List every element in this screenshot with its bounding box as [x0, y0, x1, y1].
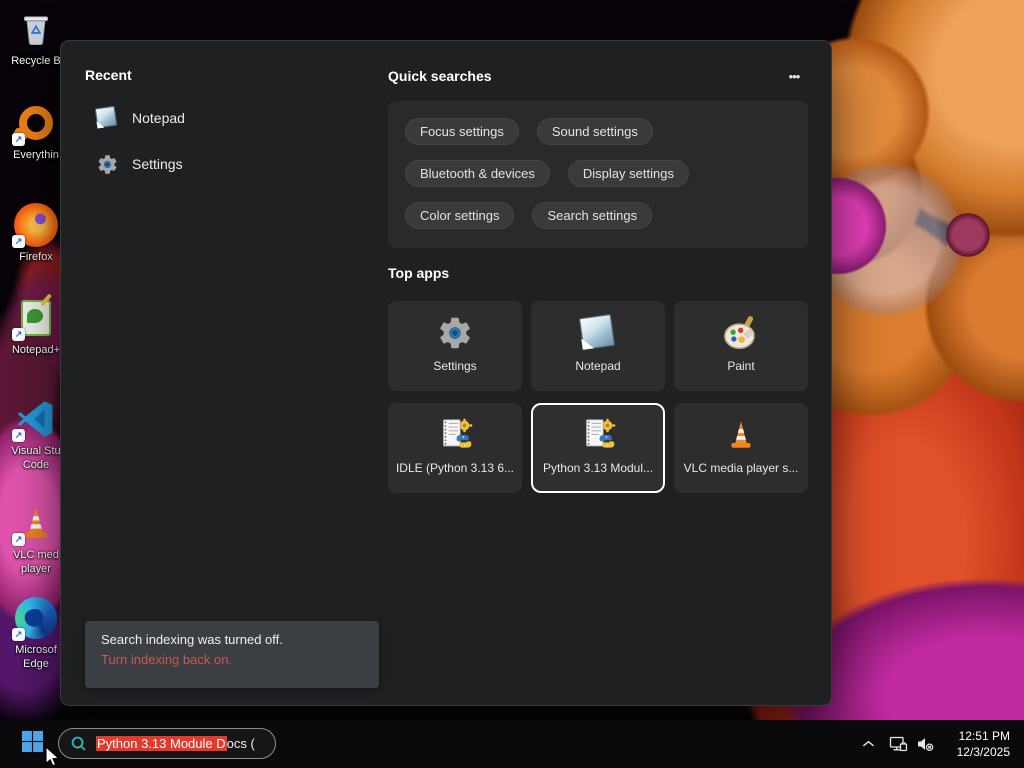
- quick-searches-card: Focus settings Sound settings Bluetooth …: [388, 101, 808, 248]
- tile-label: Paint: [727, 359, 755, 373]
- indexing-notice: Search indexing was turned off. Turn ind…: [85, 621, 379, 688]
- recent-item-label: Notepad: [132, 110, 185, 126]
- pill-color-settings[interactable]: Color settings: [405, 202, 515, 229]
- firefox-icon: ↗: [12, 202, 60, 248]
- shortcut-arrow-icon: ↗: [12, 533, 25, 546]
- pill-sound-settings[interactable]: Sound settings: [536, 118, 653, 145]
- recent-item-settings[interactable]: Settings: [85, 145, 335, 183]
- clock-date: 12/3/2025: [956, 745, 1010, 759]
- everything-search-icon: ↗: [12, 100, 60, 146]
- taskbar: Python 3.13 Module Docs (12:51 PM 12/3/…: [0, 720, 1024, 768]
- desktop-icon-label: Everythin: [13, 149, 59, 161]
- tile-label: IDLE (Python 3.13 6...: [395, 461, 515, 475]
- top-app-tile-vlc[interactable]: VLC media player s...: [674, 403, 808, 493]
- tile-label: Python 3.13 Modul...: [542, 461, 654, 475]
- desktop-icon-label: VLC med player: [13, 549, 59, 575]
- search-text-rest: ocs (: [226, 736, 255, 751]
- gear-icon: [436, 314, 474, 352]
- recycle-bin-icon: [12, 6, 60, 52]
- desktop-icon-everything[interactable]: ↗ Everythin: [8, 100, 64, 162]
- shortcut-arrow-icon: ↗: [12, 133, 25, 146]
- desktop-icon-notepad-plus-plus[interactable]: ↗ Notepad+: [8, 295, 64, 357]
- paint-palette-icon: [722, 314, 760, 352]
- shortcut-arrow-icon: ↗: [12, 328, 25, 341]
- notepad-icon: [95, 106, 119, 130]
- search-text-selected: Python 3.13 Module D: [96, 736, 227, 751]
- pill-display-settings[interactable]: Display settings: [567, 160, 689, 187]
- top-apps-title: Top apps: [388, 265, 450, 281]
- search-icon: [69, 734, 88, 753]
- desktop-icon-label: Firefox: [19, 251, 53, 263]
- shortcut-arrow-icon: ↗: [12, 628, 25, 641]
- top-app-tile-python-module-docs[interactable]: Python 3.13 Modul...: [531, 403, 665, 493]
- pill-search-settings[interactable]: Search settings: [532, 202, 653, 229]
- top-app-tile-paint[interactable]: Paint: [674, 301, 808, 391]
- tray-chevron-up-button[interactable]: [856, 733, 880, 755]
- recent-item-notepad[interactable]: Notepad: [85, 99, 335, 137]
- start-button[interactable]: [14, 726, 50, 762]
- quick-searches-title: Quick searches: [388, 68, 492, 84]
- python-doc-icon: [436, 416, 474, 454]
- vlc-cone-icon: [722, 416, 760, 454]
- tray-network-button[interactable]: [886, 733, 910, 755]
- turn-indexing-on-link[interactable]: Turn indexing back on.: [101, 652, 363, 667]
- search-input-text: Python 3.13 Module Docs (: [96, 736, 255, 751]
- pill-focus-settings[interactable]: Focus settings: [405, 118, 519, 145]
- top-app-tile-notepad[interactable]: Notepad: [531, 301, 665, 391]
- pill-bluetooth-devices[interactable]: Bluetooth & devices: [405, 160, 550, 187]
- desktop-icon-label: Notepad+: [11, 344, 60, 356]
- desktop-icon-label: Microsof Edge: [15, 644, 57, 670]
- top-app-tile-idle-python[interactable]: IDLE (Python 3.13 6...: [388, 403, 522, 493]
- desktop-icon-recycle-bin[interactable]: Recycle B: [8, 6, 64, 68]
- tile-label: VLC media player s...: [683, 461, 799, 475]
- ethernet-network-icon: [888, 734, 909, 754]
- recent-section-title: Recent: [85, 67, 132, 83]
- desktop-icon-vlc[interactable]: ↗ VLC med player: [8, 500, 64, 576]
- desktop-icon-label: Visual Stu Code: [11, 445, 61, 471]
- shortcut-arrow-icon: ↗: [12, 429, 25, 442]
- desktop-icon-edge[interactable]: ↗ Microsof Edge: [8, 595, 64, 671]
- tile-label: Notepad: [575, 359, 621, 373]
- more-options-icon[interactable]: •••: [780, 67, 808, 85]
- tray-volume-button[interactable]: [913, 733, 937, 755]
- desktop-icon-firefox[interactable]: ↗ Firefox: [8, 202, 64, 264]
- top-app-tile-settings[interactable]: Settings: [388, 301, 522, 391]
- indexing-notice-message: Search indexing was turned off.: [101, 632, 283, 647]
- notepad-plus-plus-icon: ↗: [12, 295, 60, 341]
- taskbar-search-box[interactable]: Python 3.13 Module Docs (: [58, 728, 276, 759]
- shortcut-arrow-icon: ↗: [12, 235, 25, 248]
- taskbar-clock[interactable]: 12:51 PM 12/3/2025: [953, 728, 1014, 760]
- edge-icon: ↗: [12, 595, 60, 641]
- volume-muted-icon: [915, 734, 935, 754]
- chevron-up-icon: [862, 740, 875, 748]
- windows-logo-icon: [21, 730, 44, 758]
- recent-item-label: Settings: [132, 156, 183, 172]
- vscode-icon: ↗: [12, 396, 60, 442]
- search-flyout-panel: Recent Notepad Settings Quick searches •…: [60, 40, 832, 706]
- desktop-icon-visual-studio-code[interactable]: ↗ Visual Stu Code: [8, 396, 64, 472]
- desktop-icon-label: Recycle B: [11, 55, 61, 67]
- gear-icon: [95, 152, 119, 176]
- vlc-cone-icon: ↗: [12, 500, 60, 546]
- python-doc-icon: [579, 416, 617, 454]
- screen: Recycle B ↗ Everythin ↗ Firefox ↗ Notepa…: [0, 0, 1024, 768]
- clock-time: 12:51 PM: [958, 729, 1010, 743]
- tile-label: Settings: [433, 359, 477, 373]
- notepad-icon: [579, 314, 617, 352]
- top-apps-grid: Settings Notepad Paint IDLE (Python 3.13…: [388, 301, 808, 493]
